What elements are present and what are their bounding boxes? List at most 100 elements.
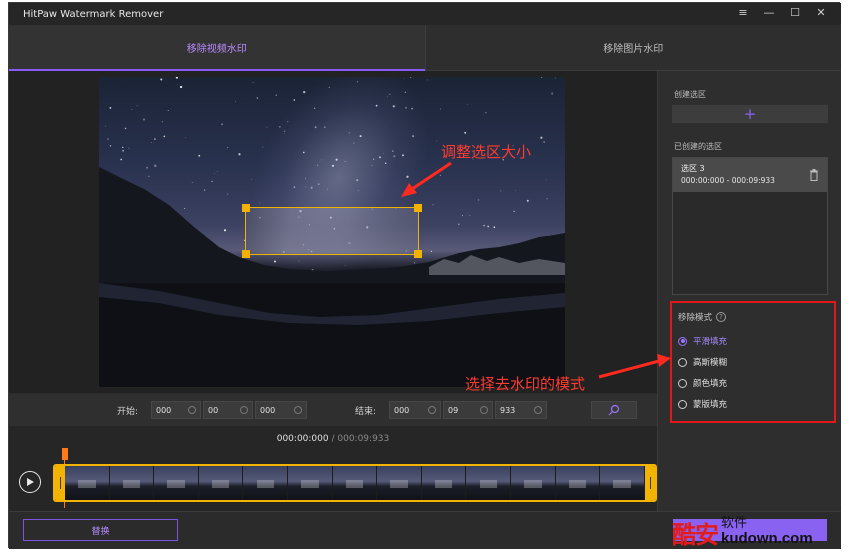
mode-option-mask-fill[interactable]: 蒙版填充 bbox=[678, 398, 727, 410]
help-icon[interactable]: ? bbox=[716, 312, 727, 322]
resize-handle-top-right[interactable] bbox=[414, 204, 422, 212]
time-readout: 000:00:000 / 000:09:933 bbox=[9, 434, 657, 444]
start-minutes-input[interactable]: 000 bbox=[151, 401, 201, 419]
trim-handle-right[interactable] bbox=[645, 466, 655, 500]
end-minutes-value: 000 bbox=[394, 405, 410, 415]
watermark-logo: 酷安 bbox=[672, 520, 719, 549]
timeline-thumbnail bbox=[421, 466, 467, 500]
menu-icon[interactable]: ≡ bbox=[737, 6, 749, 19]
right-sidebar: 创建选区 + 已创建的选区 选区 3 000:00:000 - 000:09:9… bbox=[657, 71, 841, 511]
resize-handle-bottom-right[interactable] bbox=[414, 250, 422, 258]
playhead-marker[interactable] bbox=[62, 448, 68, 460]
replace-button[interactable]: 替换 bbox=[23, 519, 178, 541]
end-seconds-input[interactable]: 09 bbox=[443, 401, 493, 419]
resize-handle-bottom-left[interactable] bbox=[242, 250, 250, 258]
spin-icon[interactable] bbox=[294, 406, 302, 414]
play-button[interactable] bbox=[19, 471, 41, 493]
thumbnail-row bbox=[65, 466, 645, 500]
timeline-thumbnail bbox=[555, 466, 601, 500]
window-controls: ≡ — ☐ ✕ bbox=[737, 6, 827, 19]
time-range-bar: 开始: 000 00 000 结束: 000 09 933 bbox=[9, 394, 657, 426]
timeline-thumbnail bbox=[511, 466, 556, 500]
timeline-thumbnail bbox=[65, 466, 110, 500]
timeline-thumbnail bbox=[198, 466, 244, 500]
app-window: HitPaw Watermark Remover ≡ — ☐ ✕ 移除视频水印 … bbox=[8, 2, 841, 549]
start-seconds-value: 00 bbox=[208, 405, 219, 415]
mode-label: 移除模式 bbox=[678, 313, 713, 323]
end-seconds-value: 09 bbox=[448, 405, 459, 415]
timeline-thumbnail bbox=[109, 466, 155, 500]
preview-region-button[interactable] bbox=[591, 401, 637, 419]
site-watermark: 酷安 软件 kudown.com bbox=[672, 512, 844, 552]
end-ms-input[interactable]: 933 bbox=[495, 401, 547, 419]
start-label: 开始: bbox=[117, 407, 139, 417]
mode-option-label: 平滑填充 bbox=[693, 337, 728, 347]
end-minutes-input[interactable]: 000 bbox=[389, 401, 441, 419]
trim-handle-left[interactable] bbox=[55, 466, 65, 500]
region-item[interactable]: 选区 3 000:00:000 - 000:09:933 bbox=[673, 158, 827, 192]
timeline-thumbnail bbox=[600, 466, 645, 500]
created-regions-label: 已创建的选区 bbox=[674, 142, 722, 151]
timeline-thumbnail bbox=[243, 466, 289, 500]
current-time: 000:00:000 bbox=[276, 434, 329, 444]
timeline-thumbnail bbox=[288, 466, 333, 500]
timeline-thumbnail bbox=[332, 466, 378, 500]
mode-option-label: 高斯模糊 bbox=[693, 358, 728, 368]
trash-icon[interactable] bbox=[809, 169, 819, 181]
tab-video-watermark[interactable]: 移除视频水印 bbox=[9, 25, 425, 71]
plus-icon: + bbox=[743, 105, 757, 123]
total-time: 000:09:933 bbox=[337, 434, 390, 444]
blurred-region bbox=[246, 208, 418, 254]
start-ms-value: 000 bbox=[260, 405, 276, 415]
title-bar: HitPaw Watermark Remover ≡ — ☐ ✕ bbox=[9, 3, 841, 25]
selection-box[interactable] bbox=[242, 204, 422, 258]
start-minutes-value: 000 bbox=[156, 405, 172, 415]
spin-icon[interactable] bbox=[240, 406, 248, 414]
watermark-subtitle: 软件 bbox=[721, 516, 748, 532]
annotation-mode: 选择去水印的模式 bbox=[465, 375, 586, 393]
create-region-button[interactable]: + bbox=[672, 105, 828, 123]
start-seconds-input[interactable]: 00 bbox=[203, 401, 253, 419]
region-time: 000:00:000 - 000:09:933 bbox=[681, 176, 775, 185]
minimize-icon[interactable]: — bbox=[763, 6, 775, 19]
spin-icon[interactable] bbox=[534, 406, 542, 414]
magnify-icon bbox=[608, 404, 620, 416]
watermark-url: kudown.com bbox=[721, 529, 813, 547]
spin-icon[interactable] bbox=[188, 406, 196, 414]
clip-strip[interactable] bbox=[53, 464, 657, 502]
mode-option-label: 颜色填充 bbox=[693, 379, 728, 389]
timeline: 000:00:000 / 000:09:933 bbox=[9, 426, 657, 511]
end-label: 结束: bbox=[355, 407, 377, 417]
app-title: HitPaw Watermark Remover bbox=[23, 8, 164, 20]
mode-title: 移除模式 ? bbox=[678, 311, 727, 323]
create-region-label: 创建选区 bbox=[674, 90, 706, 99]
timeline-thumbnail bbox=[377, 466, 422, 500]
close-icon[interactable]: ✕ bbox=[815, 6, 827, 19]
radio-icon[interactable] bbox=[678, 378, 687, 388]
radio-icon[interactable] bbox=[678, 357, 687, 367]
tab-image-watermark[interactable]: 移除图片水印 bbox=[424, 25, 841, 71]
play-icon bbox=[27, 478, 34, 486]
removal-mode-panel: 移除模式 ? 平滑填充 高斯模糊 颜色填充 蒙版填充 bbox=[670, 301, 836, 423]
watermark-text: 软件 kudown.com bbox=[721, 517, 813, 546]
timeline-thumbnail bbox=[154, 466, 199, 500]
video-frame bbox=[99, 77, 565, 387]
spin-icon[interactable] bbox=[480, 406, 488, 414]
mode-option-label: 蒙版填充 bbox=[693, 400, 728, 410]
start-ms-input[interactable]: 000 bbox=[255, 401, 307, 419]
region-name: 选区 3 bbox=[681, 164, 705, 173]
arrow-icon bbox=[401, 161, 452, 197]
mode-option-smooth-fill[interactable]: 平滑填充 bbox=[678, 335, 727, 347]
end-ms-value: 933 bbox=[500, 405, 516, 415]
video-preview-area: 调整选区大小 bbox=[9, 71, 657, 393]
radio-icon[interactable] bbox=[678, 336, 687, 346]
radio-icon[interactable] bbox=[678, 399, 687, 409]
arrow-icon bbox=[598, 354, 671, 379]
mode-option-color-fill[interactable]: 颜色填充 bbox=[678, 377, 727, 389]
spin-icon[interactable] bbox=[428, 406, 436, 414]
timeline-thumbnail bbox=[466, 466, 512, 500]
mode-tabs: 移除视频水印 移除图片水印 bbox=[9, 25, 841, 71]
mode-option-gaussian-blur[interactable]: 高斯模糊 bbox=[678, 356, 727, 368]
resize-handle-top-left[interactable] bbox=[242, 204, 250, 212]
maximize-icon[interactable]: ☐ bbox=[789, 6, 801, 19]
